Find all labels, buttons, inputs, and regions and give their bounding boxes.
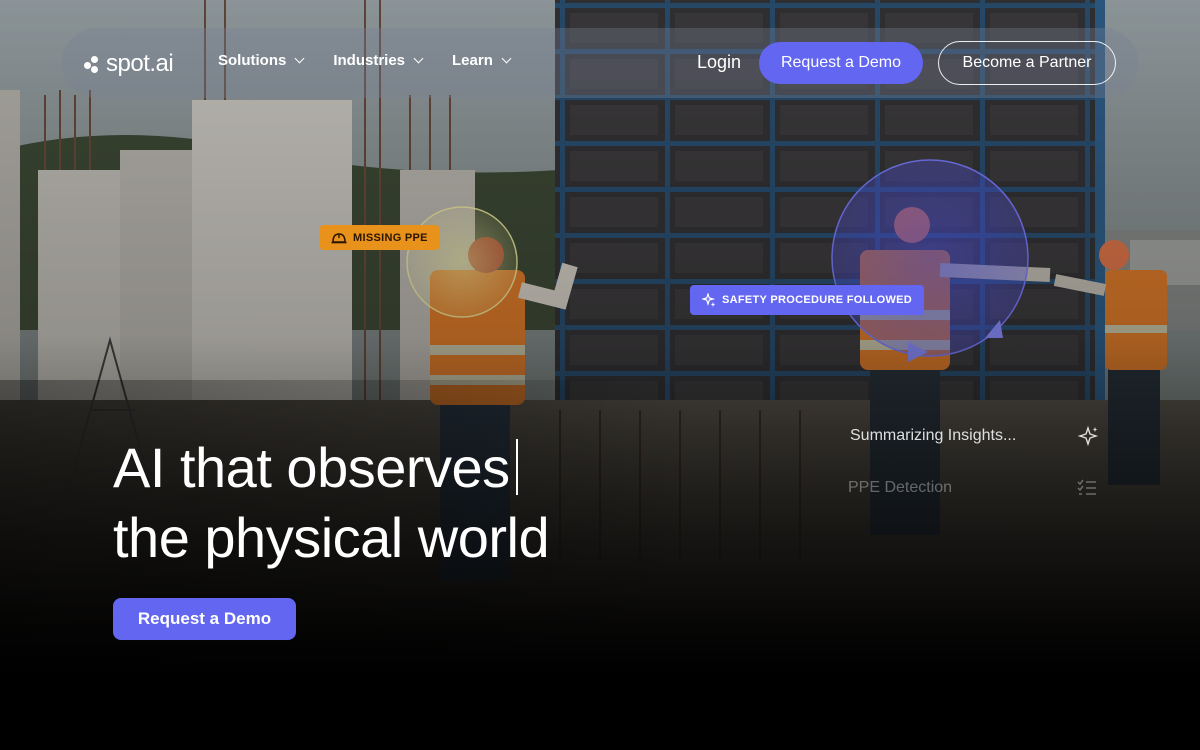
missing-ppe-label: MISSING PPE bbox=[353, 231, 428, 244]
brand-logo-text: spot.ai bbox=[106, 50, 174, 77]
missing-ppe-tag: MISSING PPE bbox=[320, 225, 439, 250]
become-partner-button[interactable]: Become a Partner bbox=[938, 41, 1116, 85]
hero-headline-line-1: AI that observes bbox=[113, 433, 733, 503]
insight-summarizing: Summarizing Insights... bbox=[850, 425, 1100, 447]
login-link[interactable]: Login bbox=[697, 52, 741, 73]
spot-logo-icon bbox=[84, 55, 102, 73]
typing-caret bbox=[515, 439, 518, 495]
checklist-icon bbox=[1077, 479, 1096, 495]
safety-procedure-label: SAFETY PROCEDURE FOLLOWED bbox=[722, 294, 913, 306]
nav-item-learn[interactable]: Learn bbox=[452, 52, 512, 69]
nav-item-solutions[interactable]: Solutions bbox=[218, 52, 305, 69]
top-navigation: spot.ai Solutions Industries Learn Login… bbox=[62, 28, 1138, 98]
hero-headline-line-2: the physical world bbox=[113, 506, 550, 569]
helmet-icon bbox=[331, 232, 347, 243]
chevron-down-icon bbox=[413, 53, 424, 64]
brand-logo[interactable]: spot.ai bbox=[84, 50, 174, 78]
nav-menu: Solutions Industries Learn bbox=[218, 52, 512, 69]
insight-ppe-detection: PPE Detection bbox=[848, 477, 1098, 499]
nav-item-label: Learn bbox=[452, 52, 493, 69]
hero-headline-line-1-text: AI that observes bbox=[113, 436, 510, 499]
hero-headline: AI that observes the physical world bbox=[113, 433, 733, 573]
nav-item-industries[interactable]: Industries bbox=[333, 52, 424, 69]
insight-summarizing-label: Summarizing Insights... bbox=[850, 427, 1017, 444]
chevron-down-icon bbox=[294, 53, 305, 64]
request-demo-nav-button[interactable]: Request a Demo bbox=[759, 42, 923, 84]
nav-item-label: Solutions bbox=[218, 52, 287, 69]
sparkle-icon bbox=[702, 293, 716, 307]
insight-ppe-label: PPE Detection bbox=[848, 479, 953, 496]
sparkle-icon bbox=[1078, 425, 1099, 447]
nav-item-label: Industries bbox=[333, 52, 406, 69]
request-demo-hero-button[interactable]: Request a Demo bbox=[113, 598, 296, 640]
safety-procedure-tag: SAFETY PROCEDURE FOLLOWED bbox=[690, 285, 925, 315]
chevron-down-icon bbox=[501, 53, 512, 64]
